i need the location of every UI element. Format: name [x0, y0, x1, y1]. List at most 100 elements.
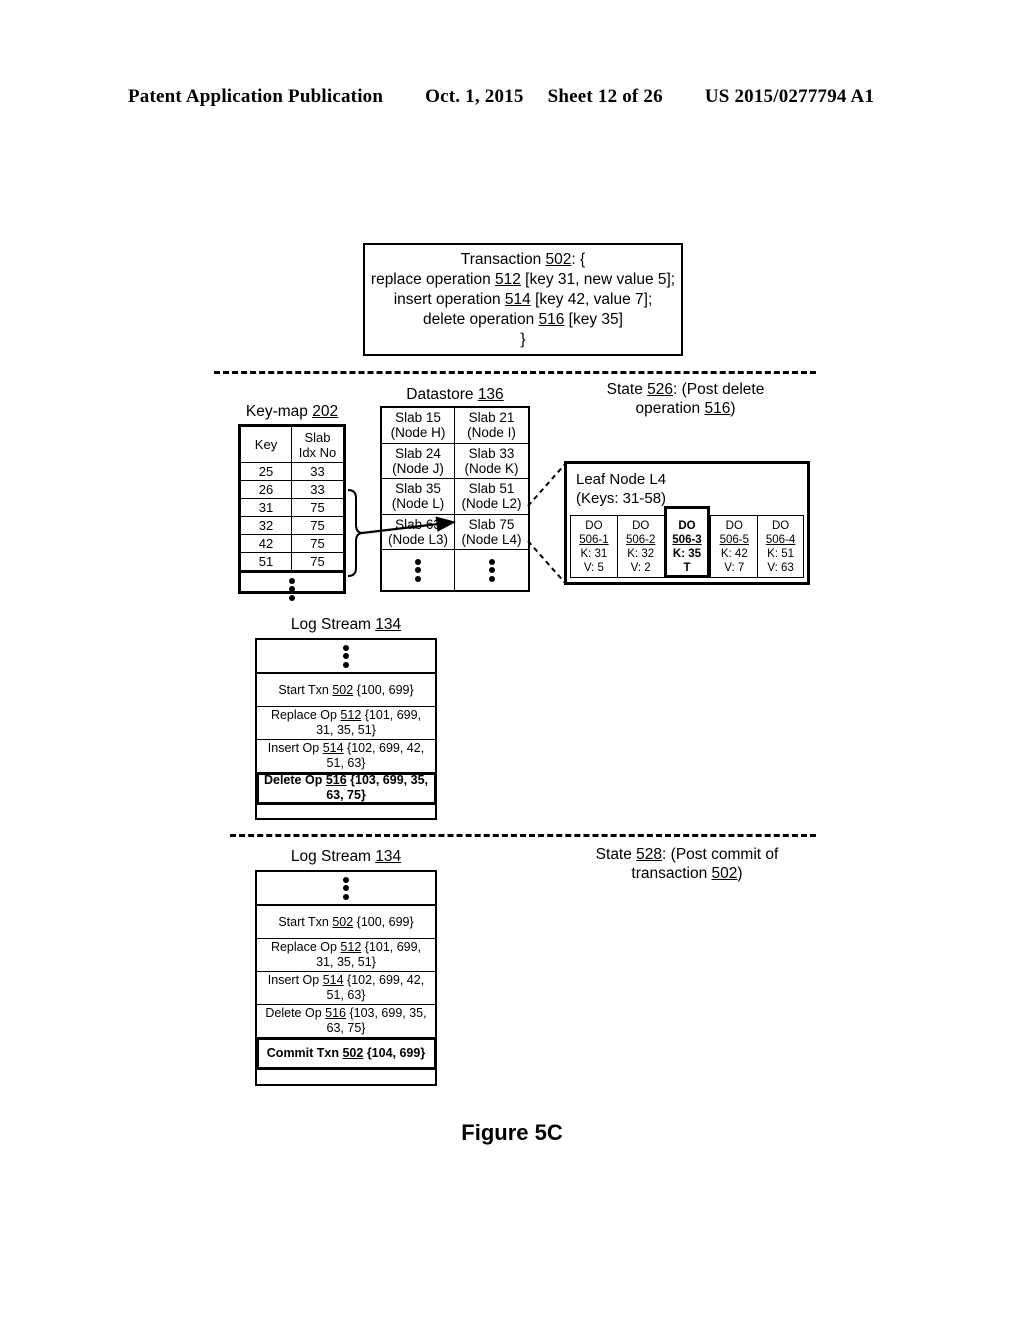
data-object-cell: DO 506-4 K: 51 V: 63: [757, 515, 804, 578]
logstream-2-box: Start Txn 502 {100, 699} Replace Op 512 …: [255, 870, 437, 1086]
state-528-line2: transaction 502): [631, 865, 743, 882]
data-object-strip: DO 506-1 K: 31 V: 5 DO 506-2 K: 32 V: 2 …: [567, 506, 807, 581]
datastore-slab-cell: Slab 33 (Node K): [455, 444, 528, 479]
keymap-table: Key Slab Idx No 25 33 26 33 31 75 32 75 …: [238, 424, 346, 601]
datastore-slab-cell: Slab 35 (Node L): [382, 479, 455, 514]
keymap-cell-slab: 75: [310, 553, 325, 569]
slab-to-leafnode-leader-top: [527, 462, 567, 507]
slab-node-label: (Node H): [390, 425, 446, 441]
logstream-ellipsis-row: [257, 872, 435, 906]
state-528-label: State 528: (Post commit of transaction 5…: [576, 845, 798, 883]
do-value: V: 5: [583, 561, 604, 574]
logstream-entry-row: Start Txn 502 {100, 699}: [257, 674, 435, 707]
header-publication: Patent Application Publication: [128, 86, 384, 107]
logstream-entry-line1: Start Txn 502 {100, 699}: [278, 682, 414, 697]
keymap-cell-slab: 33: [310, 481, 325, 497]
datastore-slab-cell: Slab 63 (Node L3): [382, 514, 455, 549]
do-key: K: 51: [767, 547, 795, 560]
logstream-entry-row: Start Txn 502 {100, 699}: [257, 906, 435, 939]
slab-label: Slab 15: [395, 410, 441, 426]
header-sheet: Sheet 12 of 26: [547, 86, 663, 107]
logstream-entry-line1: Replace Op 512 {101, 699,: [270, 940, 422, 954]
datastore-row: Slab 15 (Node H) Slab 21 (Node I): [382, 408, 528, 444]
logstream-entry-line2: 63, 75}: [326, 1021, 366, 1035]
data-object-cell-highlighted: DO 506-3 K: 35 T: [663, 506, 711, 578]
state-526-line2: operation 516): [635, 400, 736, 417]
slab-label: Slab 75: [468, 516, 515, 532]
do-type: DO: [678, 519, 696, 532]
logstream-entry-row: Replace Op 512 {101, 699, 31, 35, 51}: [257, 707, 435, 740]
do-type: DO: [632, 519, 650, 532]
do-type: DO: [585, 519, 603, 532]
keymap-row: 32 75: [241, 517, 343, 535]
keymap-row: 31 75: [241, 499, 343, 517]
slab-node-label: (Node L): [391, 496, 445, 512]
keymap-row: 25 33: [241, 463, 343, 481]
datastore-slab-cell: Slab 21 (Node I): [455, 408, 528, 443]
keymap-header-key: Key: [241, 427, 292, 462]
datastore-title: Datastore 136: [406, 386, 504, 403]
do-key: K: 35: [672, 547, 702, 560]
data-object-cell: DO 506-2 K: 32 V: 2: [616, 515, 664, 578]
slab-label: Slab 24: [395, 445, 441, 461]
datastore-slab-cell: Slab 75 (Node L4): [455, 515, 528, 550]
keymap-cell-slab: 75: [310, 499, 325, 515]
transaction-line-1: Transaction 502: {: [460, 250, 586, 268]
logstream-entry-line2: 31, 35, 51}: [316, 955, 376, 969]
section-divider-middle: [230, 834, 816, 837]
keymap-row: 51 75: [241, 553, 343, 571]
slab-to-leafnode-leader-bottom: [527, 540, 567, 585]
do-value: V: 63: [767, 561, 794, 574]
do-type: DO: [725, 519, 743, 532]
do-key: K: 32: [627, 547, 655, 560]
datastore-row: Slab 63 (Node L3) Slab 75 (Node L4): [382, 514, 528, 550]
datastore-grid: Slab 15 (Node H) Slab 21 (Node I) Slab 2…: [380, 406, 530, 592]
logstream-ellipsis-row: [257, 640, 435, 674]
keymap-cell-key: 42: [241, 535, 292, 552]
logstream-entry-line2: 63, 75}: [326, 788, 366, 802]
state-526-line1: State 526: (Post delete: [606, 381, 765, 398]
logstream-entry-line1: Commit Txn 502 {104, 699}: [266, 1045, 426, 1060]
logstream-entry-line1: Insert Op 514 {102, 699, 42,: [267, 973, 425, 987]
do-id: 506-1: [579, 533, 609, 546]
keymap-title: Key-map 202: [245, 403, 339, 420]
slab-label: Slab 63: [395, 516, 441, 532]
keymap-header-row: Key Slab Idx No: [241, 427, 343, 463]
do-id: 506-2: [625, 533, 656, 546]
keymap-group-brace: [347, 489, 364, 577]
figure-caption: Figure 5C: [461, 1120, 563, 1145]
do-key: K: 31: [580, 547, 608, 560]
data-object-cell: DO 506-1 K: 31 V: 5: [570, 515, 617, 578]
keymap-cell-slab: 75: [310, 517, 325, 533]
slab-node-label: (Node L3): [387, 531, 449, 547]
logstream-entry-line2: 51, 63}: [326, 756, 366, 770]
keymap-header-slab-line2: Idx No: [298, 444, 337, 460]
leaf-node-box: Leaf Node L4 (Keys: 31-58) DO 506-1 K: 3…: [564, 461, 810, 585]
state-528-line1: State 528: (Post commit of: [595, 846, 779, 863]
do-id: 506-5: [719, 533, 749, 546]
keymap-header-slab: Slab Idx No: [292, 427, 343, 462]
datastore-slab-cell: Slab 24 (Node J): [382, 443, 455, 478]
slab-label: Slab 51: [468, 481, 515, 497]
logstream-entry-row-highlighted: Delete Op 516 {103, 699, 35, 63, 75}: [255, 771, 437, 805]
keymap-cell-key: 25: [241, 463, 292, 480]
logstream-entry-row: Insert Op 514 {102, 699, 42, 51, 63}: [257, 740, 435, 773]
slab-node-label: (Node K): [464, 460, 519, 476]
vertical-ellipsis-icon: [455, 550, 528, 590]
state-526-label: State 526: (Post delete operation 516): [578, 380, 793, 418]
logstream-entry-line2: 51, 63}: [326, 988, 366, 1002]
keymap-row: 26 33: [241, 481, 343, 499]
do-value: V: 7: [724, 561, 745, 574]
logstream-2-title: Log Stream 134: [290, 848, 402, 865]
logstream-1-title: Log Stream 134: [290, 616, 402, 633]
keymap-cell-key: 32: [241, 517, 292, 534]
slab-label: Slab 35: [395, 481, 441, 497]
logstream-entry-line1: Delete Op 516 {103, 699, 35,: [263, 773, 428, 787]
slab-label: Slab 33: [468, 445, 515, 461]
transaction-line-3: insert operation 514 [key 42, value 7];: [393, 290, 653, 308]
datastore-row: Slab 24 (Node J) Slab 33 (Node K): [382, 443, 528, 479]
keymap-cell-key: 31: [241, 499, 292, 516]
logstream-1-box: Start Txn 502 {100, 699} Replace Op 512 …: [255, 638, 437, 820]
logstream-entry-row: Delete Op 516 {103, 699, 35, 63, 75}: [257, 1005, 435, 1038]
do-type: DO: [771, 519, 790, 532]
